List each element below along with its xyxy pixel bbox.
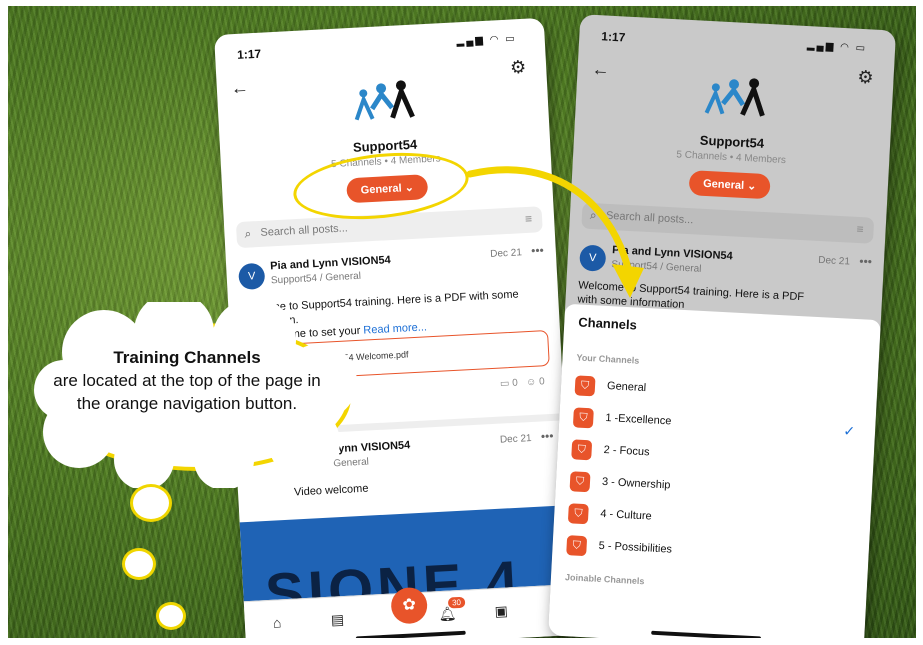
callout-title: Training Channels bbox=[113, 348, 261, 367]
thought-bubble bbox=[122, 548, 156, 580]
callout-body: are located at the top of the page in th… bbox=[53, 371, 321, 413]
thought-bubble bbox=[156, 602, 186, 630]
callout-text: Training Channels are located at the top… bbox=[52, 346, 322, 415]
grass-background: 1:17 ▂▄▆ ◠ ▭ ← ⚙ Support54 5 Channels • … bbox=[8, 6, 916, 638]
thought-bubble bbox=[130, 484, 172, 522]
